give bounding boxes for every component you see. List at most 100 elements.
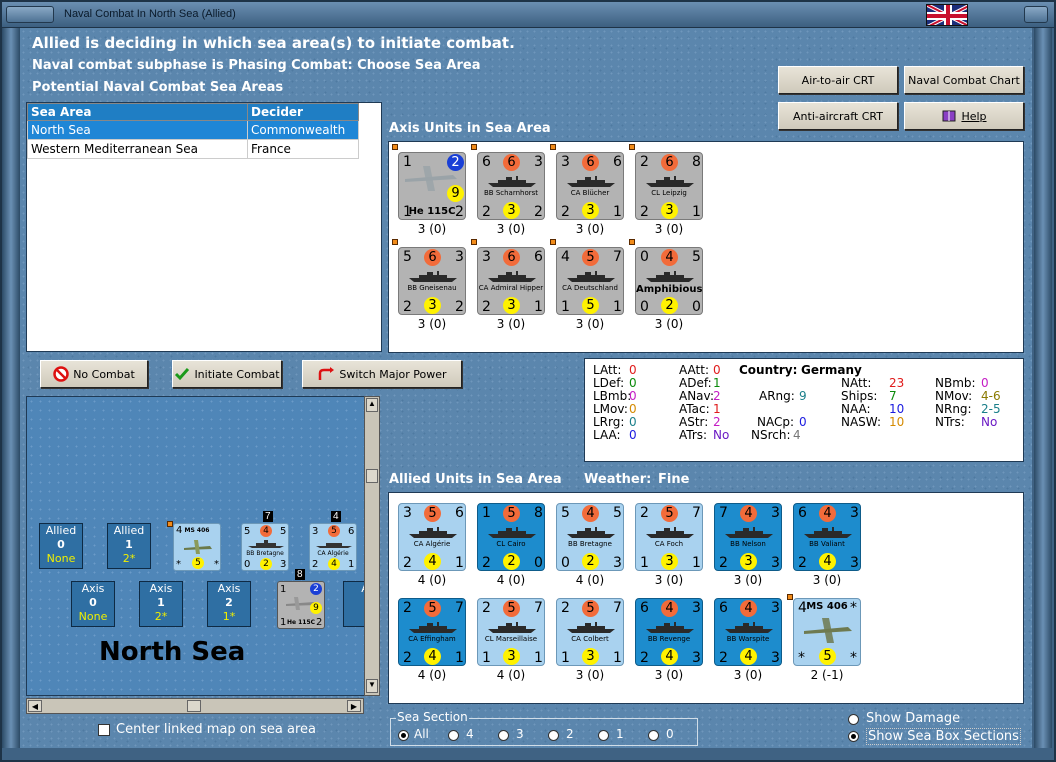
unit-counter[interactable]: 2 5 7 CL Marseillaise 1 3 1	[477, 598, 545, 666]
unit-counter[interactable]: 1 2 9 He 115C 1 2	[398, 152, 466, 220]
map-counter-ca-algerie[interactable]: 3 5 6 CA Algérie 2 4 1	[309, 523, 357, 571]
scroll-down-icon[interactable]: ▼	[366, 679, 378, 693]
map-counter-bb-bretagne[interactable]: 5 4 5 BB Bretagne 0 2 3	[241, 523, 289, 571]
map-counter-ms406[interactable]: 4 MS 406 * 5 *	[173, 523, 221, 571]
counter-bottom-right-value: 1	[692, 555, 701, 571]
unit-counter[interactable]: 4 5 7 CA Deutschland 1 5 1	[556, 247, 624, 315]
counter-bottom-center-value: 3	[503, 648, 520, 665]
counter-bottom-center-value: 3	[582, 202, 599, 219]
switch-major-power-button[interactable]: Switch Major Power	[302, 360, 462, 388]
box-sub: None	[78, 610, 108, 623]
box-label: Allied	[45, 524, 77, 537]
allied-box-1[interactable]: Allied 1 2*	[107, 523, 151, 569]
counter-bottom-center-value: 3	[661, 553, 678, 570]
unit-counter[interactable]: 3 6 6 CA Blücher 2 3 1	[556, 152, 624, 220]
unit-counter[interactable]: 5 6 3 BB Gneisenau 2 3 2	[398, 247, 466, 315]
unit-counter[interactable]: 2 6 8 CL Leipzig 2 3 1	[635, 152, 703, 220]
unit-counter[interactable]: 6 4 3 BB Warspite 2 4 3	[714, 598, 782, 666]
initiate-combat-button[interactable]: Initiate Combat	[172, 360, 282, 388]
counter-top-right-value: 3	[534, 154, 543, 170]
warship-icon	[567, 176, 615, 187]
counter-bottom-left-value: 1	[482, 650, 491, 666]
sea-section-radio-all[interactable]	[398, 730, 409, 741]
map-horizontal-scrollbar[interactable]: ◀ ▶	[26, 698, 364, 714]
unit-counter[interactable]: 1 5 8 CL Cairo 2 2 0	[477, 503, 545, 571]
unit-counter[interactable]: 0 4 5 Amphibious 0 2 0	[635, 247, 703, 315]
stat-value: 0	[629, 363, 637, 377]
counter-value: 5	[280, 526, 287, 537]
counter-name: BB Valiant	[809, 540, 845, 548]
stat-label: ATac:	[679, 402, 710, 416]
unit-counter[interactable]: 5 4 5 BB Bretagne 0 2 3	[556, 503, 624, 571]
table-row[interactable]: North Sea Commonwealth	[27, 120, 359, 140]
map-counter-he115c[interactable]: 1 2 9 1 He 115C 2	[277, 581, 325, 629]
column-header-decider[interactable]: Decider	[247, 103, 359, 121]
fighter-plane-icon	[184, 540, 212, 554]
center-map-checkbox[interactable]	[98, 724, 110, 736]
unit-counter[interactable]: 4 * MS 406 * 5 *	[793, 598, 861, 666]
air-to-air-crt-button[interactable]: Air-to-air CRT	[778, 66, 898, 94]
stat-label: LDef:	[593, 376, 625, 390]
column-header-sea-area[interactable]: Sea Area	[27, 103, 248, 121]
radio-label: 0	[666, 727, 674, 741]
stat-value: 1	[713, 402, 721, 416]
axis-box-0[interactable]: Axis 0 None	[71, 581, 115, 627]
unit-counter[interactable]: 6 4 3 BB Valiant 2 4 3	[793, 503, 861, 571]
table-row[interactable]: Western Mediterranean Sea France	[27, 139, 359, 159]
sea-section-radio-1[interactable]	[598, 730, 609, 741]
sea-area-map[interactable]: Allied 0 None Allied 1 2* Axis 0 None Ax…	[26, 396, 380, 696]
stat-value: 2-5	[981, 402, 1001, 416]
unit-strength-caption: 3 (0)	[654, 317, 684, 331]
axis-box-1[interactable]: Axis 1 2*	[139, 581, 183, 627]
counter-top-center-value: 6	[424, 249, 441, 266]
stat-label: ATrs:	[679, 428, 708, 442]
counter-value: 3	[280, 559, 287, 570]
sea-section-radio-2[interactable]	[548, 730, 559, 741]
scroll-thumb[interactable]	[366, 469, 378, 483]
sea-area-name: North Sea	[99, 637, 246, 667]
unit-counter[interactable]: 3 6 6 CA Admiral Hipper 2 3 1	[477, 247, 545, 315]
system-menu-button[interactable]	[6, 6, 54, 23]
book-icon	[942, 110, 956, 122]
scroll-right-icon[interactable]: ▶	[347, 700, 361, 712]
box-label: Axis	[217, 582, 241, 595]
axis-box-2[interactable]: Axis 2 1*	[207, 581, 251, 627]
unit-counter[interactable]: 7 4 3 BB Nelson 2 3 3	[714, 503, 782, 571]
unit-counter[interactable]: 6 6 3 BB Scharnhorst 2 3 2	[477, 152, 545, 220]
sea-section-radio-3[interactable]	[498, 730, 509, 741]
scroll-thumb[interactable]	[187, 700, 201, 712]
unit-counter[interactable]: 3 5 6 CA Algérie 2 4 1	[398, 503, 466, 571]
allied-box-0[interactable]: Allied 0 None	[39, 523, 83, 569]
counter-marker	[471, 144, 477, 150]
counter-top-left-value: 3	[403, 505, 412, 521]
close-button[interactable]	[1024, 6, 1048, 23]
counter-name: Amphibious	[636, 284, 703, 295]
show-damage-radio[interactable]	[848, 714, 859, 725]
map-vertical-scrollbar[interactable]: ▲ ▼	[364, 396, 380, 696]
unit-strength-caption: 4 (0)	[575, 573, 605, 587]
counter-top-left-value: 2	[640, 154, 649, 170]
warship-icon	[567, 622, 615, 633]
unit-counter[interactable]: 2 5 7 CA Effingham 2 4 1	[398, 598, 466, 666]
unit-strength-caption: 3 (0)	[575, 222, 605, 236]
show-sea-box-sections-radio[interactable]	[848, 731, 859, 742]
stat-value: 0	[629, 389, 637, 403]
counter-bottom-left-value: 1	[640, 555, 649, 571]
counter-top-right-value: 7	[455, 600, 464, 616]
counter-marker	[629, 144, 635, 150]
stat-label: NACp:	[757, 415, 795, 429]
stat-label: LAA:	[593, 428, 621, 442]
scroll-left-icon[interactable]: ◀	[28, 700, 42, 712]
sea-section-radio-0[interactable]	[648, 730, 659, 741]
sea-section-radio-4[interactable]	[448, 730, 459, 741]
no-combat-button[interactable]: No Combat	[40, 360, 148, 388]
unit-counter[interactable]: 2 5 7 CA Colbert 1 3 1	[556, 598, 624, 666]
anti-aircraft-crt-button[interactable]: Anti-aircraft CRT	[778, 102, 898, 130]
allied-units-heading: Allied Units in Sea Area	[389, 472, 562, 487]
help-button[interactable]: Help	[904, 102, 1024, 130]
scroll-up-icon[interactable]: ▲	[366, 398, 378, 412]
unit-counter[interactable]: 6 4 3 BB Revenge 2 4 3	[635, 598, 703, 666]
stat-label: NTrs:	[935, 415, 965, 429]
unit-counter[interactable]: 2 5 7 CA Foch 1 3 1	[635, 503, 703, 571]
naval-combat-chart-button[interactable]: Naval Combat Chart	[904, 66, 1024, 94]
